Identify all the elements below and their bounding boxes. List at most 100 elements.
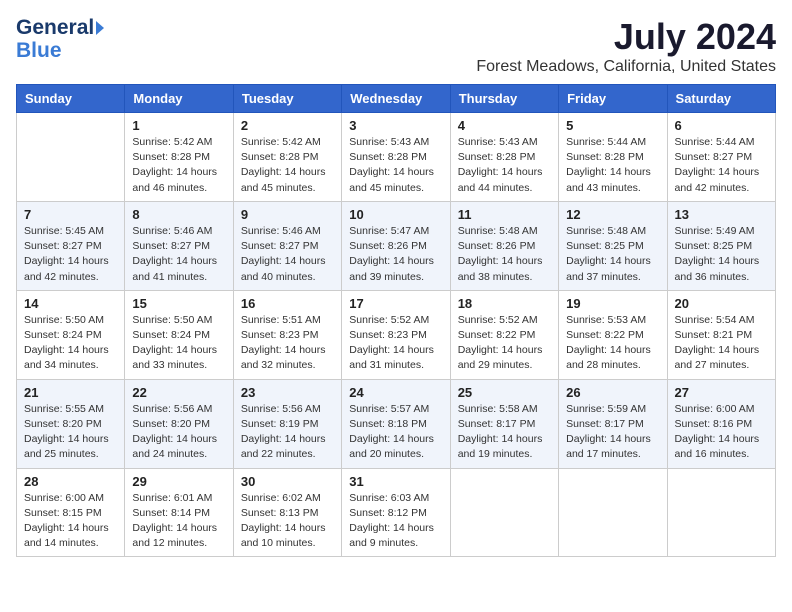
day-info: Sunrise: 5:44 AM Sunset: 8:27 PM Dayligh… (675, 135, 768, 196)
table-cell: 18Sunrise: 5:52 AM Sunset: 8:22 PM Dayli… (450, 290, 558, 379)
col-monday: Monday (125, 85, 233, 113)
header: General Blue July 2024 Forest Meadows, C… (16, 16, 776, 76)
table-cell: 6 Sunrise: 5:44 AM Sunset: 8:27 PM Daylig… (667, 113, 775, 202)
day-info: Sunrise: 5:43 AM Sunset: 8:28 PM Dayligh… (349, 135, 442, 196)
day-number: 2 (241, 118, 334, 133)
table-cell: 5Sunrise: 5:44 AM Sunset: 8:28 PM Daylig… (559, 113, 667, 202)
calendar-week-row: 21 Sunrise: 5:55 AM Sunset: 8:20 PM Dayli… (17, 379, 776, 468)
table-cell: 29Sunrise: 6:01 AM Sunset: 8:14 PM Dayli… (125, 468, 233, 557)
table-cell (450, 468, 558, 557)
day-number: 13 (675, 207, 768, 222)
day-info: Sunrise: 5:50 AM Sunset: 8:24 PM Dayligh… (24, 313, 117, 374)
day-info: Sunrise: 5:49 AM Sunset: 8:25 PM Dayligh… (675, 224, 768, 285)
table-cell: 30Sunrise: 6:02 AM Sunset: 8:13 PM Dayli… (233, 468, 341, 557)
day-info: Sunrise: 5:58 AM Sunset: 8:17 PM Dayligh… (458, 402, 551, 463)
table-cell: 19 Sunrise: 5:53 AM Sunset: 8:22 PM Dayli… (559, 290, 667, 379)
day-info: Sunrise: 5:55 AM Sunset: 8:20 PM Dayligh… (24, 402, 117, 463)
day-info: Sunrise: 5:56 AM Sunset: 8:20 PM Dayligh… (132, 402, 225, 463)
table-cell: 7Sunrise: 5:45 AM Sunset: 8:27 PM Daylig… (17, 201, 125, 290)
day-number: 24 (349, 385, 442, 400)
day-info: Sunrise: 5:46 AM Sunset: 8:27 PM Dayligh… (132, 224, 225, 285)
table-cell: 28Sunrise: 6:00 AM Sunset: 8:15 PM Dayli… (17, 468, 125, 557)
day-number: 3 (349, 118, 442, 133)
table-cell: 27 Sunrise: 6:00 AM Sunset: 8:16 PM Dayli… (667, 379, 775, 468)
table-cell: 20 Sunrise: 5:54 AM Sunset: 8:21 PM Dayli… (667, 290, 775, 379)
day-number: 30 (241, 474, 334, 489)
day-number: 5 (566, 118, 659, 133)
day-info: Sunrise: 5:48 AM Sunset: 8:25 PM Dayligh… (566, 224, 659, 285)
table-cell: 21 Sunrise: 5:55 AM Sunset: 8:20 PM Dayli… (17, 379, 125, 468)
day-number: 12 (566, 207, 659, 222)
day-info: Sunrise: 5:43 AM Sunset: 8:28 PM Dayligh… (458, 135, 551, 196)
table-cell: 22 Sunrise: 5:56 AM Sunset: 8:20 PM Dayli… (125, 379, 233, 468)
day-number: 26 (566, 385, 659, 400)
day-number: 14 (24, 296, 117, 311)
day-info: Sunrise: 5:52 AM Sunset: 8:22 PM Dayligh… (458, 313, 551, 374)
day-number: 1 (132, 118, 225, 133)
col-wednesday: Wednesday (342, 85, 450, 113)
day-info: Sunrise: 5:53 AM Sunset: 8:22 PM Dayligh… (566, 313, 659, 374)
table-cell: 31 Sunrise: 6:03 AM Sunset: 8:12 PM Dayli… (342, 468, 450, 557)
calendar-week-row: 28Sunrise: 6:00 AM Sunset: 8:15 PM Dayli… (17, 468, 776, 557)
day-number: 25 (458, 385, 551, 400)
logo-arrow-icon (96, 21, 104, 35)
day-number: 6 (675, 118, 768, 133)
logo-blue-text: Blue (16, 39, 104, 62)
table-cell: 10 Sunrise: 5:47 AM Sunset: 8:26 PM Dayli… (342, 201, 450, 290)
table-cell: 3 Sunrise: 5:43 AM Sunset: 8:28 PM Daylig… (342, 113, 450, 202)
table-cell: 15 Sunrise: 5:50 AM Sunset: 8:24 PM Dayli… (125, 290, 233, 379)
day-info: Sunrise: 5:48 AM Sunset: 8:26 PM Dayligh… (458, 224, 551, 285)
col-tuesday: Tuesday (233, 85, 341, 113)
table-cell: 26 Sunrise: 5:59 AM Sunset: 8:17 PM Dayli… (559, 379, 667, 468)
day-info: Sunrise: 5:56 AM Sunset: 8:19 PM Dayligh… (241, 402, 334, 463)
col-thursday: Thursday (450, 85, 558, 113)
month-year-title: July 2024 (476, 16, 776, 58)
day-info: Sunrise: 5:51 AM Sunset: 8:23 PM Dayligh… (241, 313, 334, 374)
table-cell: 9 Sunrise: 5:46 AM Sunset: 8:27 PM Daylig… (233, 201, 341, 290)
logo: General Blue (16, 16, 104, 62)
table-cell: 25 Sunrise: 5:58 AM Sunset: 8:17 PM Dayli… (450, 379, 558, 468)
day-info: Sunrise: 6:00 AM Sunset: 8:16 PM Dayligh… (675, 402, 768, 463)
day-number: 22 (132, 385, 225, 400)
day-number: 23 (241, 385, 334, 400)
day-number: 11 (458, 207, 551, 222)
day-number: 4 (458, 118, 551, 133)
day-number: 16 (241, 296, 334, 311)
calendar-week-row: 1 Sunrise: 5:42 AM Sunset: 8:28 PM Daylig… (17, 113, 776, 202)
day-info: Sunrise: 5:47 AM Sunset: 8:26 PM Dayligh… (349, 224, 442, 285)
table-cell: 1 Sunrise: 5:42 AM Sunset: 8:28 PM Daylig… (125, 113, 233, 202)
day-info: Sunrise: 5:46 AM Sunset: 8:27 PM Dayligh… (241, 224, 334, 285)
day-number: 31 (349, 474, 442, 489)
calendar-header-row: Sunday Monday Tuesday Wednesday Thursday… (17, 85, 776, 113)
day-info: Sunrise: 6:01 AM Sunset: 8:14 PM Dayligh… (132, 491, 225, 552)
table-cell: 17Sunrise: 5:52 AM Sunset: 8:23 PM Dayli… (342, 290, 450, 379)
day-number: 17 (349, 296, 442, 311)
location-subtitle: Forest Meadows, California, United State… (476, 58, 776, 76)
day-number: 15 (132, 296, 225, 311)
table-cell: 11 Sunrise: 5:48 AM Sunset: 8:26 PM Dayli… (450, 201, 558, 290)
day-number: 10 (349, 207, 442, 222)
day-info: Sunrise: 6:03 AM Sunset: 8:12 PM Dayligh… (349, 491, 442, 552)
table-cell: 23 Sunrise: 5:56 AM Sunset: 8:19 PM Dayli… (233, 379, 341, 468)
day-number: 21 (24, 385, 117, 400)
day-number: 19 (566, 296, 659, 311)
day-info: Sunrise: 5:57 AM Sunset: 8:18 PM Dayligh… (349, 402, 442, 463)
calendar-week-row: 7Sunrise: 5:45 AM Sunset: 8:27 PM Daylig… (17, 201, 776, 290)
table-cell: 24 Sunrise: 5:57 AM Sunset: 8:18 PM Dayli… (342, 379, 450, 468)
day-number: 27 (675, 385, 768, 400)
day-info: Sunrise: 5:50 AM Sunset: 8:24 PM Dayligh… (132, 313, 225, 374)
day-number: 8 (132, 207, 225, 222)
day-info: Sunrise: 5:54 AM Sunset: 8:21 PM Dayligh… (675, 313, 768, 374)
table-cell: 16 Sunrise: 5:51 AM Sunset: 8:23 PM Dayli… (233, 290, 341, 379)
day-info: Sunrise: 5:45 AM Sunset: 8:27 PM Dayligh… (24, 224, 117, 285)
col-friday: Friday (559, 85, 667, 113)
day-number: 20 (675, 296, 768, 311)
table-cell (17, 113, 125, 202)
table-cell: 4 Sunrise: 5:43 AM Sunset: 8:28 PM Daylig… (450, 113, 558, 202)
day-info: Sunrise: 5:42 AM Sunset: 8:28 PM Dayligh… (132, 135, 225, 196)
table-cell: 2Sunrise: 5:42 AM Sunset: 8:28 PM Daylig… (233, 113, 341, 202)
day-number: 9 (241, 207, 334, 222)
table-cell: 12 Sunrise: 5:48 AM Sunset: 8:25 PM Dayli… (559, 201, 667, 290)
day-info: Sunrise: 5:59 AM Sunset: 8:17 PM Dayligh… (566, 402, 659, 463)
table-cell: 8 Sunrise: 5:46 AM Sunset: 8:27 PM Daylig… (125, 201, 233, 290)
